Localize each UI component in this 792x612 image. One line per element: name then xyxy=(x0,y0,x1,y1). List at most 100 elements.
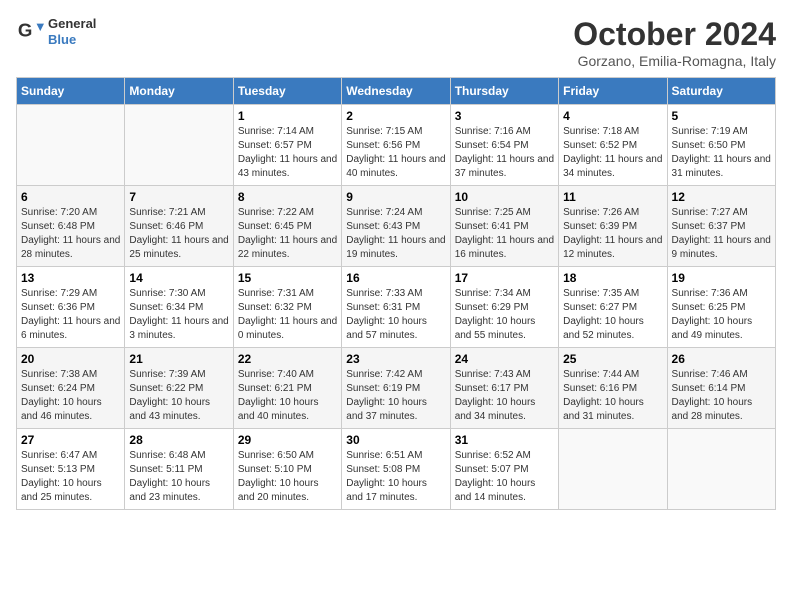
calendar-cell: 21 Sunrise: 7:39 AM Sunset: 6:22 PM Dayli… xyxy=(125,348,233,429)
day-info: Sunrise: 7:42 AM Sunset: 6:19 PM Dayligh… xyxy=(346,368,445,424)
day-number: 18 xyxy=(563,271,662,285)
calendar-table: SundayMondayTuesdayWednesdayThursdayFrid… xyxy=(16,77,776,510)
location-subtitle: Gorzano, Emilia-Romagna, Italy xyxy=(573,53,776,69)
day-info: Sunrise: 7:21 AM Sunset: 6:46 PM Dayligh… xyxy=(129,206,228,262)
day-info: Sunrise: 7:16 AM Sunset: 6:54 PM Dayligh… xyxy=(455,125,554,181)
calendar-header-row: SundayMondayTuesdayWednesdayThursdayFrid… xyxy=(17,78,776,105)
header-thursday: Thursday xyxy=(450,78,558,105)
day-info: Sunrise: 7:15 AM Sunset: 6:56 PM Dayligh… xyxy=(346,125,445,181)
calendar-cell: 18 Sunrise: 7:35 AM Sunset: 6:27 PM Dayli… xyxy=(559,267,667,348)
day-number: 16 xyxy=(346,271,445,285)
day-info: Sunrise: 7:30 AM Sunset: 6:34 PM Dayligh… xyxy=(129,287,228,343)
calendar-cell: 29 Sunrise: 6:50 AM Sunset: 5:10 PM Dayli… xyxy=(233,429,341,510)
calendar-cell: 3 Sunrise: 7:16 AM Sunset: 6:54 PM Daylig… xyxy=(450,105,558,186)
calendar-cell: 24 Sunrise: 7:43 AM Sunset: 6:17 PM Dayli… xyxy=(450,348,558,429)
logo-text-general: General xyxy=(48,16,96,32)
calendar-cell: 7Sunrise: 7:21 AM Sunset: 6:46 PM Daylig… xyxy=(125,186,233,267)
day-info: Sunrise: 7:18 AM Sunset: 6:52 PM Dayligh… xyxy=(563,125,662,181)
day-info: Sunrise: 7:26 AM Sunset: 6:39 PM Dayligh… xyxy=(563,206,662,262)
calendar-cell: 1 Sunrise: 7:14 AM Sunset: 6:57 PM Daylig… xyxy=(233,105,341,186)
header-tuesday: Tuesday xyxy=(233,78,341,105)
logo-text-blue: Blue xyxy=(48,32,96,48)
day-number: 15 xyxy=(238,271,337,285)
day-info: Sunrise: 7:35 AM Sunset: 6:27 PM Dayligh… xyxy=(563,287,662,343)
day-number: 25 xyxy=(563,352,662,366)
calendar-cell: 17 Sunrise: 7:34 AM Sunset: 6:29 PM Dayli… xyxy=(450,267,558,348)
calendar-cell: 5Sunrise: 7:19 AM Sunset: 6:50 PM Daylig… xyxy=(667,105,775,186)
day-number: 10 xyxy=(455,190,554,204)
header-wednesday: Wednesday xyxy=(342,78,450,105)
day-number: 9 xyxy=(346,190,445,204)
day-number: 8 xyxy=(238,190,337,204)
day-info: Sunrise: 7:27 AM Sunset: 6:37 PM Dayligh… xyxy=(672,206,771,262)
calendar-cell: 11Sunrise: 7:26 AM Sunset: 6:39 PM Dayli… xyxy=(559,186,667,267)
day-number: 29 xyxy=(238,433,337,447)
day-info: Sunrise: 7:25 AM Sunset: 6:41 PM Dayligh… xyxy=(455,206,554,262)
day-info: Sunrise: 7:20 AM Sunset: 6:48 PM Dayligh… xyxy=(21,206,120,262)
day-info: Sunrise: 7:33 AM Sunset: 6:31 PM Dayligh… xyxy=(346,287,445,343)
day-number: 23 xyxy=(346,352,445,366)
day-number: 27 xyxy=(21,433,120,447)
day-info: Sunrise: 7:24 AM Sunset: 6:43 PM Dayligh… xyxy=(346,206,445,262)
day-info: Sunrise: 7:39 AM Sunset: 6:22 PM Dayligh… xyxy=(129,368,228,424)
day-info: Sunrise: 7:31 AM Sunset: 6:32 PM Dayligh… xyxy=(238,287,337,343)
day-info: Sunrise: 7:46 AM Sunset: 6:14 PM Dayligh… xyxy=(672,368,771,424)
calendar-cell xyxy=(559,429,667,510)
day-number: 19 xyxy=(672,271,771,285)
week-row-2: 13 Sunrise: 7:29 AM Sunset: 6:36 PM Dayli… xyxy=(17,267,776,348)
header-monday: Monday xyxy=(125,78,233,105)
week-row-3: 20Sunrise: 7:38 AM Sunset: 6:24 PM Dayli… xyxy=(17,348,776,429)
day-number: 17 xyxy=(455,271,554,285)
calendar-cell xyxy=(667,429,775,510)
calendar-cell: 23 Sunrise: 7:42 AM Sunset: 6:19 PM Dayli… xyxy=(342,348,450,429)
calendar-body: 1 Sunrise: 7:14 AM Sunset: 6:57 PM Daylig… xyxy=(17,105,776,510)
calendar-cell: 14 Sunrise: 7:30 AM Sunset: 6:34 PM Dayli… xyxy=(125,267,233,348)
day-number: 2 xyxy=(346,109,445,123)
day-info: Sunrise: 6:47 AM Sunset: 5:13 PM Dayligh… xyxy=(21,449,120,505)
day-info: Sunrise: 7:43 AM Sunset: 6:17 PM Dayligh… xyxy=(455,368,554,424)
day-info: Sunrise: 6:50 AM Sunset: 5:10 PM Dayligh… xyxy=(238,449,337,505)
calendar-cell: 10 Sunrise: 7:25 AM Sunset: 6:41 PM Dayli… xyxy=(450,186,558,267)
day-number: 13 xyxy=(21,271,120,285)
day-number: 28 xyxy=(129,433,228,447)
calendar-cell: 6 Sunrise: 7:20 AM Sunset: 6:48 PM Daylig… xyxy=(17,186,125,267)
day-number: 22 xyxy=(238,352,337,366)
calendar-cell: 31Sunrise: 6:52 AM Sunset: 5:07 PM Dayli… xyxy=(450,429,558,510)
day-info: Sunrise: 7:14 AM Sunset: 6:57 PM Dayligh… xyxy=(238,125,337,181)
header-friday: Friday xyxy=(559,78,667,105)
calendar-cell: 30Sunrise: 6:51 AM Sunset: 5:08 PM Dayli… xyxy=(342,429,450,510)
calendar-cell: 9 Sunrise: 7:24 AM Sunset: 6:43 PM Daylig… xyxy=(342,186,450,267)
day-number: 12 xyxy=(672,190,771,204)
page-header: G General Blue October 2024 Gorzano, Emi… xyxy=(16,16,776,69)
day-info: Sunrise: 7:34 AM Sunset: 6:29 PM Dayligh… xyxy=(455,287,554,343)
day-number: 14 xyxy=(129,271,228,285)
day-number: 5 xyxy=(672,109,771,123)
day-number: 24 xyxy=(455,352,554,366)
calendar-cell: 16 Sunrise: 7:33 AM Sunset: 6:31 PM Dayli… xyxy=(342,267,450,348)
week-row-0: 1 Sunrise: 7:14 AM Sunset: 6:57 PM Daylig… xyxy=(17,105,776,186)
day-info: Sunrise: 7:29 AM Sunset: 6:36 PM Dayligh… xyxy=(21,287,120,343)
day-info: Sunrise: 6:48 AM Sunset: 5:11 PM Dayligh… xyxy=(129,449,228,505)
day-number: 3 xyxy=(455,109,554,123)
day-info: Sunrise: 7:38 AM Sunset: 6:24 PM Dayligh… xyxy=(21,368,120,424)
title-block: October 2024 Gorzano, Emilia-Romagna, It… xyxy=(573,16,776,69)
logo-icon: G xyxy=(16,18,44,46)
calendar-cell: 20Sunrise: 7:38 AM Sunset: 6:24 PM Dayli… xyxy=(17,348,125,429)
day-number: 4 xyxy=(563,109,662,123)
logo: G General Blue xyxy=(16,16,96,47)
calendar-cell: 28 Sunrise: 6:48 AM Sunset: 5:11 PM Dayli… xyxy=(125,429,233,510)
day-info: Sunrise: 7:22 AM Sunset: 6:45 PM Dayligh… xyxy=(238,206,337,262)
header-saturday: Saturday xyxy=(667,78,775,105)
day-number: 21 xyxy=(129,352,228,366)
day-number: 26 xyxy=(672,352,771,366)
day-info: Sunrise: 7:36 AM Sunset: 6:25 PM Dayligh… xyxy=(672,287,771,343)
day-info: Sunrise: 6:52 AM Sunset: 5:07 PM Dayligh… xyxy=(455,449,554,505)
day-number: 1 xyxy=(238,109,337,123)
day-info: Sunrise: 7:40 AM Sunset: 6:21 PM Dayligh… xyxy=(238,368,337,424)
calendar-cell: 22 Sunrise: 7:40 AM Sunset: 6:21 PM Dayli… xyxy=(233,348,341,429)
day-number: 6 xyxy=(21,190,120,204)
calendar-cell: 12 Sunrise: 7:27 AM Sunset: 6:37 PM Dayli… xyxy=(667,186,775,267)
calendar-cell xyxy=(17,105,125,186)
week-row-1: 6 Sunrise: 7:20 AM Sunset: 6:48 PM Daylig… xyxy=(17,186,776,267)
calendar-cell: 19 Sunrise: 7:36 AM Sunset: 6:25 PM Dayli… xyxy=(667,267,775,348)
